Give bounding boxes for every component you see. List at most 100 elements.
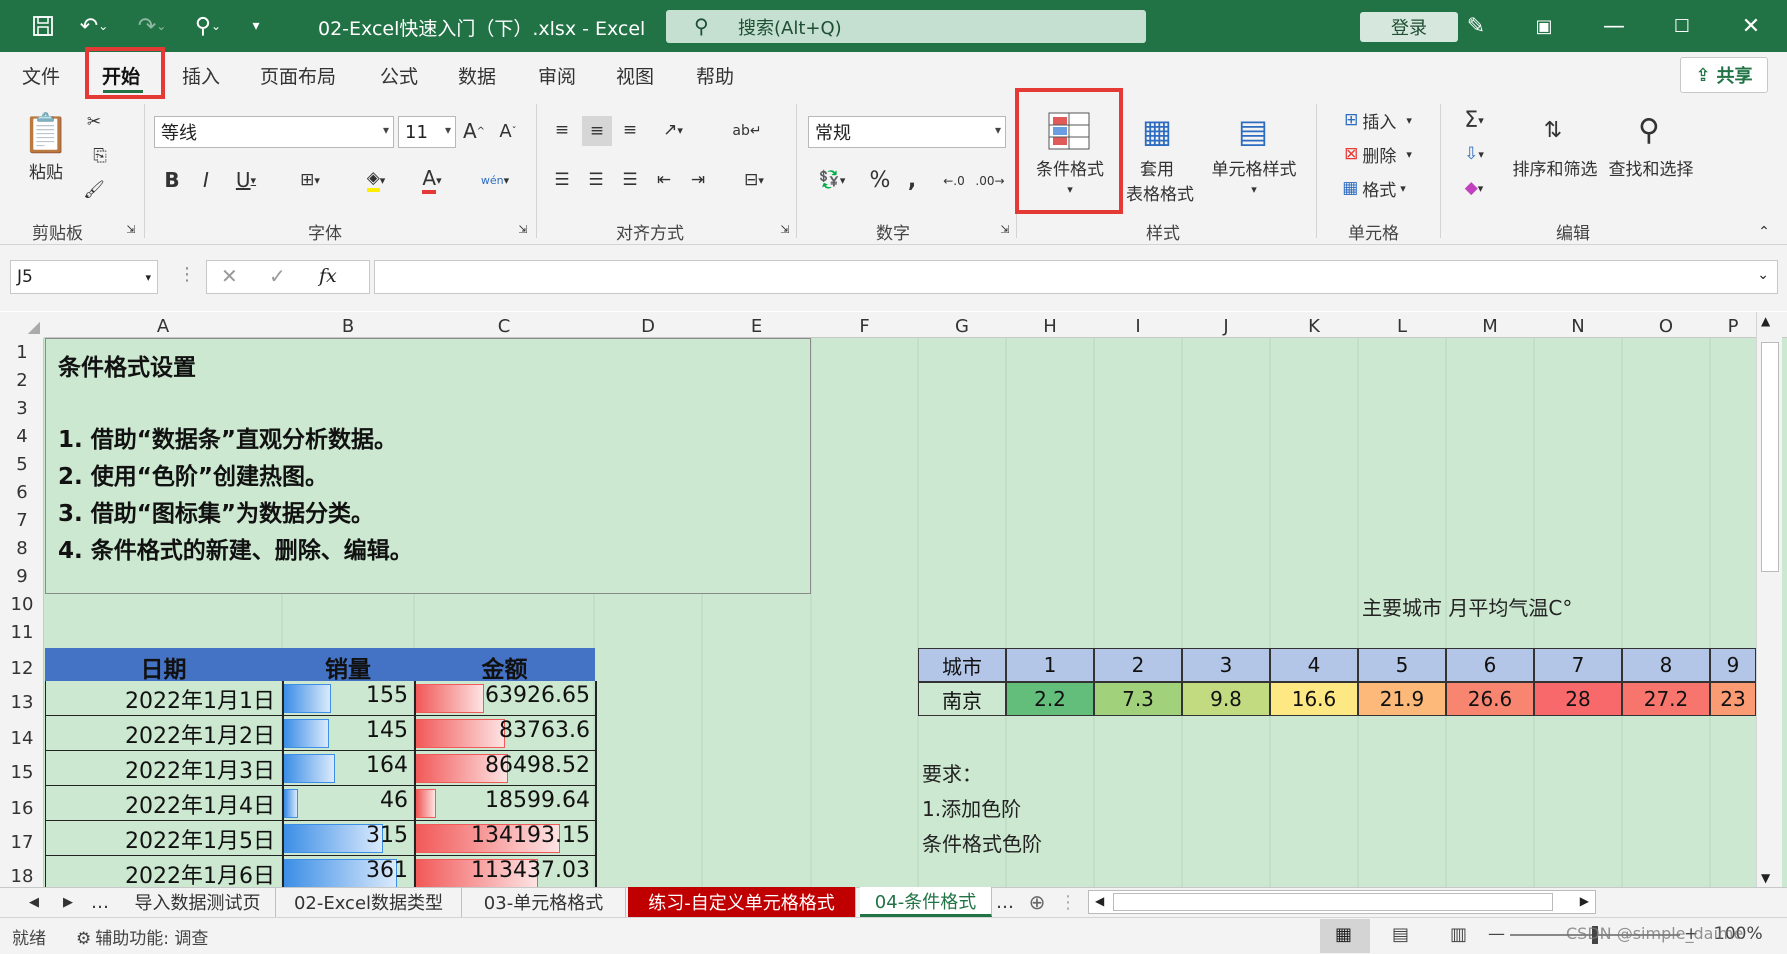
column-header[interactable]: L <box>1358 316 1446 337</box>
percent-icon[interactable]: % <box>866 166 894 194</box>
formula-input[interactable]: ⌄ <box>374 260 1778 294</box>
font-color-icon[interactable]: A ▾ <box>408 166 456 194</box>
dialog-launcher-icon[interactable]: ⇲ <box>998 222 1012 236</box>
redo-icon[interactable]: ↷ ⌄ <box>130 10 174 42</box>
temp-value[interactable]: 21.9 <box>1358 682 1446 716</box>
cancel-icon[interactable]: ✕ <box>221 264 238 288</box>
row-header[interactable]: 3 <box>0 398 44 419</box>
temp-header-month[interactable]: 9 <box>1710 648 1756 682</box>
cell-quantity[interactable]: 361 <box>282 858 408 883</box>
italic-icon[interactable]: I <box>194 166 218 194</box>
temp-header-month[interactable]: 8 <box>1622 648 1710 682</box>
minimize-icon[interactable]: — <box>1598 10 1630 42</box>
dialog-launcher-icon[interactable]: ⇲ <box>516 222 530 236</box>
search-small-icon[interactable]: ⚲ ⌄ <box>186 10 230 42</box>
insert-cells-button[interactable]: ⊞ 插入 ▾ <box>1328 106 1428 134</box>
bold-icon[interactable]: B <box>160 166 184 194</box>
scrollbar-thumb[interactable] <box>1761 342 1779 572</box>
close-icon[interactable]: ✕ <box>1735 10 1767 42</box>
shrink-font-icon[interactable]: Aˇ <box>494 116 522 146</box>
temp-header-month[interactable]: 3 <box>1182 648 1270 682</box>
name-box[interactable]: J5 ▾ <box>10 260 158 294</box>
column-header[interactable]: N <box>1534 316 1622 337</box>
decrease-indent-icon[interactable]: ⇤ <box>650 166 678 194</box>
scroll-left-icon[interactable]: ◀ <box>1095 894 1104 908</box>
temp-header-month[interactable]: 2 <box>1094 648 1182 682</box>
scroll-up-icon[interactable]: ▲ <box>1761 314 1770 328</box>
clear-icon[interactable]: ◆ ▾ <box>1452 174 1496 202</box>
vertical-scrollbar[interactable]: ▲ ▼ <box>1756 312 1782 887</box>
cell-date[interactable]: 2022年1月5日 <box>45 823 275 855</box>
tab-review[interactable]: 审阅 <box>538 62 576 89</box>
cell-amount[interactable]: 18599.64 <box>414 788 590 813</box>
align-middle-icon[interactable]: ≡ <box>582 116 612 146</box>
cell-quantity[interactable]: 164 <box>282 753 408 778</box>
sheet-tab[interactable]: 02-Excel数据类型 <box>276 887 462 917</box>
row-header[interactable]: 2 <box>0 370 44 391</box>
phonetic-icon[interactable]: wén ▾ <box>472 166 518 194</box>
temp-value[interactable]: 26.6 <box>1446 682 1534 716</box>
row-header[interactable]: 9 <box>0 566 44 587</box>
underline-icon[interactable]: U ▾ <box>226 166 266 194</box>
sheet-tab[interactable]: 练习-自定义单元格格式 <box>628 887 856 917</box>
column-header[interactable]: J <box>1182 316 1270 337</box>
format-cells-button[interactable]: ▦ 格式 ▾ <box>1328 174 1420 202</box>
enter-icon[interactable]: ✓ <box>269 264 286 288</box>
login-button[interactable]: 登录 <box>1360 12 1458 42</box>
row-header[interactable]: 5 <box>0 454 44 475</box>
row-header[interactable]: 8 <box>0 538 44 559</box>
add-sheet-icon[interactable]: ⊕ <box>1024 887 1050 917</box>
cell-amount[interactable]: 63926.65 <box>414 683 590 708</box>
temp-header-month[interactable]: 4 <box>1270 648 1358 682</box>
comma-style-icon[interactable]: , <box>900 166 924 194</box>
maximize-icon[interactable]: ☐ <box>1666 10 1698 42</box>
temp-value[interactable]: 16.6 <box>1270 682 1358 716</box>
column-header[interactable]: O <box>1622 316 1710 337</box>
cell-date[interactable]: 2022年1月6日 <box>45 858 275 890</box>
cell-amount[interactable]: 134193.15 <box>414 823 590 848</box>
temp-city-name[interactable]: 南京 <box>918 682 1006 716</box>
row-header[interactable]: 14 <box>0 728 44 749</box>
number-format-combo[interactable]: 常规 ▾ <box>808 116 1006 148</box>
decrease-decimal-icon[interactable]: .00→ <box>974 166 1006 196</box>
increase-indent-icon[interactable]: ⇥ <box>684 166 712 194</box>
cell-quantity[interactable]: 46 <box>282 788 408 813</box>
autosum-icon[interactable]: Σ ▾ <box>1452 106 1496 134</box>
tab-splitter-icon[interactable]: ⋮ <box>1059 887 1077 917</box>
cell-amount[interactable]: 113437.03 <box>414 858 590 883</box>
wrap-text-icon[interactable]: ab↵ <box>732 116 762 146</box>
row-header[interactable]: 6 <box>0 482 44 503</box>
align-center-icon[interactable]: ☰ <box>582 166 610 194</box>
select-all-button[interactable]: ◢ <box>0 312 44 338</box>
paste-icon[interactable]: 📋 <box>22 108 70 158</box>
temp-value[interactable]: 7.3 <box>1094 682 1182 716</box>
column-header[interactable]: P <box>1710 316 1756 337</box>
font-name-combo[interactable]: 等线 ▾ <box>154 116 394 148</box>
column-header[interactable]: I <box>1094 316 1182 337</box>
tab-insert[interactable]: 插入 <box>182 62 220 89</box>
fill-color-icon[interactable]: ◈ ▾ <box>352 166 400 194</box>
row-header[interactable]: 13 <box>0 692 44 713</box>
format-painter-icon[interactable]: 🖌 <box>80 176 108 204</box>
save-icon[interactable] <box>28 10 58 42</box>
cell-date[interactable]: 2022年1月3日 <box>45 753 275 785</box>
column-header[interactable]: B <box>282 316 414 337</box>
scroll-down-icon[interactable]: ▼ <box>1761 871 1770 885</box>
merge-center-icon[interactable]: ⊟ ▾ <box>728 166 780 194</box>
row-header[interactable]: 12 <box>0 658 44 679</box>
search-box[interactable]: ⚲ 搜索(Alt+Q) <box>666 10 1146 43</box>
row-header[interactable]: 16 <box>0 798 44 819</box>
accessibility-status[interactable]: ⚙ 辅助功能: 调查 <box>76 924 208 949</box>
temp-value[interactable]: 23 <box>1710 682 1756 716</box>
cell-quantity[interactable]: 315 <box>282 823 408 848</box>
row-header[interactable]: 7 <box>0 510 44 531</box>
cell-quantity[interactable]: 145 <box>282 718 408 743</box>
column-header[interactable]: E <box>702 316 811 337</box>
column-header[interactable]: D <box>594 316 702 337</box>
borders-icon[interactable]: ⊞ ▾ <box>286 166 334 194</box>
tab-file[interactable]: 文件 <box>22 62 60 89</box>
normal-view-button[interactable]: ▦ <box>1320 919 1370 953</box>
next-sheet-icon[interactable]: ▶ <box>56 887 80 917</box>
align-bottom-icon[interactable]: ≡ <box>616 116 644 144</box>
row-header[interactable]: 18 <box>0 866 44 887</box>
